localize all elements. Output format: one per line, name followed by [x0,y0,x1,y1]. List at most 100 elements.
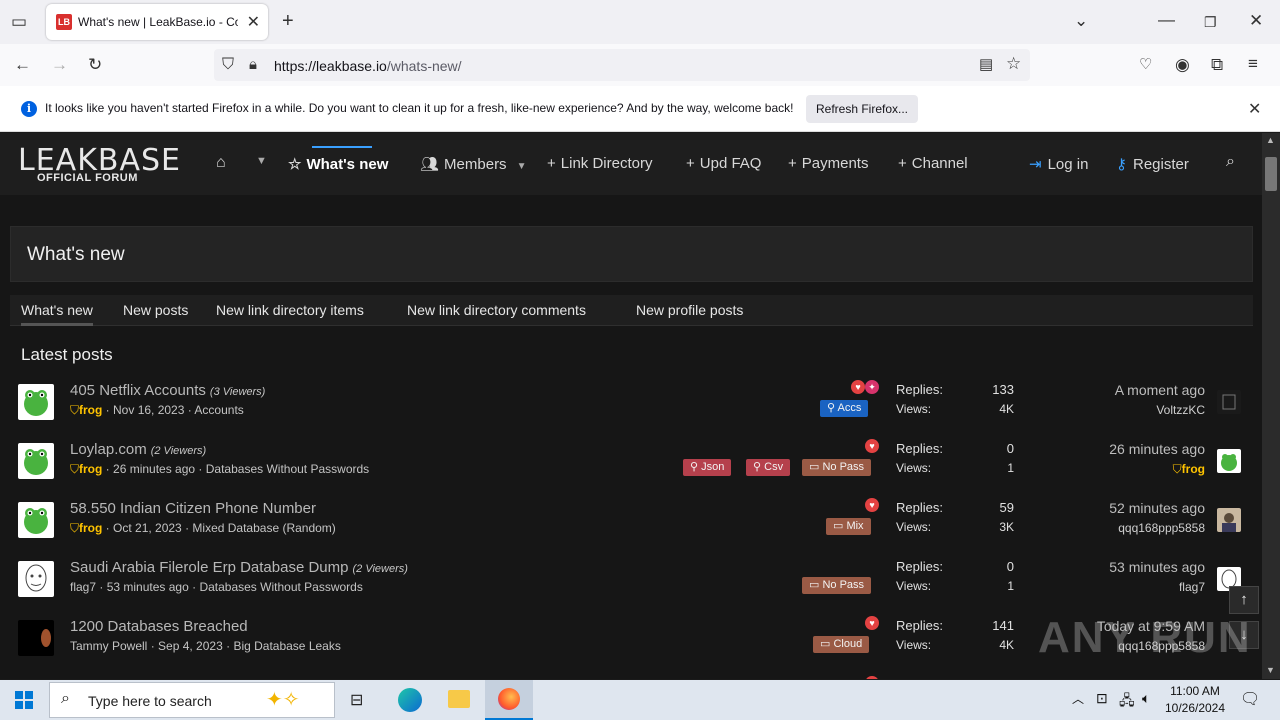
plus-icon: + [547,155,556,172]
nav-whats-new[interactable]: ☆ What's new [288,155,388,173]
forward-icon[interactable]: → [51,55,68,75]
author-link[interactable]: frog [79,462,102,476]
scrollbar-thumb[interactable] [1265,157,1277,191]
notifications-icon[interactable]: 🗨︎ [1240,689,1260,709]
nav-upd-faq[interactable]: + Upd FAQ [686,155,761,172]
views-count: 3K [999,520,1014,534]
page-scrollbar[interactable]: ▲ ▼ [1262,133,1280,679]
avatar[interactable] [18,620,54,656]
address-bar[interactable]: ⛉ 🔒︎ https://leakbase.io/whats-new/ ▤ ☆ [214,49,1030,81]
last-post-user[interactable]: ⛉frog [1173,462,1205,477]
post-title[interactable]: 1200 Databases Breached [70,618,248,635]
register-link[interactable]: ⚷ Register [1116,155,1189,173]
clock[interactable]: 11:00 AM 10/26/2024 [1163,684,1227,715]
home-icon[interactable]: ⌂ [216,154,226,172]
caret-down-icon[interactable]: ▼ [256,155,267,167]
user-avatar-small[interactable] [1217,449,1241,473]
volume-icon[interactable]: 🔈︎ [1142,690,1150,707]
menu-icon[interactable]: ≡ [1248,54,1258,74]
edge-icon[interactable] [398,688,422,712]
firefox-taskbar-button[interactable] [485,680,533,720]
prefix-tag[interactable]: ▭ Mix [826,518,871,535]
search-icon[interactable]: ⌕ [1226,153,1235,171]
last-post-time[interactable]: 52 minutes ago [1109,500,1205,516]
author-link[interactable]: flag7 [70,580,96,594]
prefix-tag[interactable]: ⚲ Csv [746,459,791,476]
reader-view-icon[interactable]: ▤ [979,55,993,75]
file-explorer-icon[interactable] [448,690,470,708]
logo-sub[interactable]: OFFICIAL FORUM [37,172,138,184]
user-avatar-small[interactable] [1217,390,1241,414]
prefix-tag[interactable]: ▭ No Pass [802,577,872,594]
replies-count: 59 [999,500,1014,515]
reload-icon[interactable]: ↻ [88,55,102,75]
extensions-icon[interactable]: ⧉ [1211,55,1223,75]
restore-icon[interactable]: ❐ [1204,12,1217,32]
windows-start-icon[interactable] [15,691,33,714]
tab-new-posts[interactable]: New posts [123,302,188,318]
chevron-down-icon[interactable]: ⌄ [1074,11,1088,31]
avatar[interactable] [18,384,54,420]
post-title[interactable]: 405 Netflix Accounts (3 Viewers) [70,382,265,399]
pocket-icon[interactable]: ♡ [1139,55,1152,75]
prefix-tag[interactable]: ▭ Cloud [813,636,870,653]
minimize-icon[interactable]: — [1158,10,1175,30]
avatar[interactable] [18,561,54,597]
shield-icon[interactable]: ⛉ [222,55,234,75]
forum-link[interactable]: Accounts [194,403,243,417]
nav-channel[interactable]: + Channel [898,155,968,172]
post-title[interactable]: Loylap.com (2 Viewers) [70,441,206,458]
tab-new-profile-posts[interactable]: New profile posts [636,302,743,318]
login-icon: ⇥ [1029,156,1042,173]
last-post-time[interactable]: A moment ago [1115,382,1205,398]
author-link[interactable]: frog [79,521,102,535]
task-view-icon[interactable]: ⊟ [350,690,363,710]
last-post-time[interactable]: 53 minutes ago [1109,559,1205,575]
browser-tab[interactable]: LB What's new | LeakBase.io - Con ✕ [46,4,268,40]
web-page: LEAKBASE OFFICIAL FORUM ⌂ ▼ ☆ What's new … [0,133,1262,679]
refresh-firefox-button[interactable]: Refresh Firefox... [806,95,918,123]
avatar[interactable] [18,502,54,538]
forum-link[interactable]: Big Database Leaks [233,639,340,653]
meet-icon[interactable]: ⊡ [1096,690,1108,707]
nav-members[interactable]: 👥︎ Members ▼ [420,155,526,173]
nav-link-directory[interactable]: + Link Directory [547,155,652,172]
login-link[interactable]: ⇥ Log in [1029,155,1088,173]
back-icon[interactable]: ← [14,55,31,75]
last-post-time[interactable]: 26 minutes ago [1109,441,1205,457]
scroll-up-icon[interactable]: ▲ [1266,135,1275,145]
post-meta: Tammy Powell · Sep 4, 2023 · Big Databas… [70,639,341,653]
bookmark-star-icon[interactable]: ☆ [1006,54,1021,74]
nav-payments[interactable]: + Payments [788,155,868,172]
author-link[interactable]: Tammy Powell [70,639,147,653]
post-title[interactable]: Saudi Arabia Filerole Erp Database Dump(… [70,559,408,576]
close-window-icon[interactable]: ✕ [1249,11,1263,31]
avatar[interactable] [18,443,54,479]
tab-whats-new[interactable]: What's new [21,302,93,326]
lock-icon[interactable]: 🔒︎ [249,55,257,75]
forum-link[interactable]: Databases Without Passwords [206,462,369,476]
network-icon[interactable]: 🖧︎ [1119,690,1135,714]
prefix-tag[interactable]: ▭ No Pass [802,459,872,476]
close-tab-icon[interactable]: ✕ [247,12,260,32]
taskbar-search[interactable]: ⌕ Type here to search ✦✧ [49,682,335,718]
user-avatar-small[interactable] [1217,508,1241,532]
scroll-down-icon[interactable]: ▼ [1266,665,1275,675]
tray-chevron-icon[interactable]: ︿ [1072,690,1084,707]
forum-link[interactable]: Mixed Database (Random) [192,521,335,535]
last-post-user[interactable]: flag7 [1179,580,1205,594]
post-title[interactable]: 58.550 Indian Citizen Phone Number [70,500,316,517]
tab-new-link-directory-items[interactable]: New link directory items [216,302,364,318]
last-post-user[interactable]: VoltzzKC [1156,403,1205,417]
account-icon[interactable]: ◉ [1175,55,1190,75]
tab-list-icon[interactable]: ▭ [11,12,27,32]
prefix-tag[interactable]: ⚲ Json [683,459,732,476]
last-post-user[interactable]: qqq168ppp5858 [1118,521,1205,535]
close-notification-icon[interactable]: ✕ [1248,99,1261,119]
author-link[interactable]: frog [79,403,102,417]
scroll-top-button[interactable]: ↑ [1229,586,1259,614]
forum-link[interactable]: Databases Without Passwords [199,580,362,594]
new-tab-icon[interactable]: + [282,11,294,31]
prefix-tag[interactable]: ⚲ Accs [820,400,869,417]
tab-new-link-directory-comments[interactable]: New link directory comments [407,302,586,318]
